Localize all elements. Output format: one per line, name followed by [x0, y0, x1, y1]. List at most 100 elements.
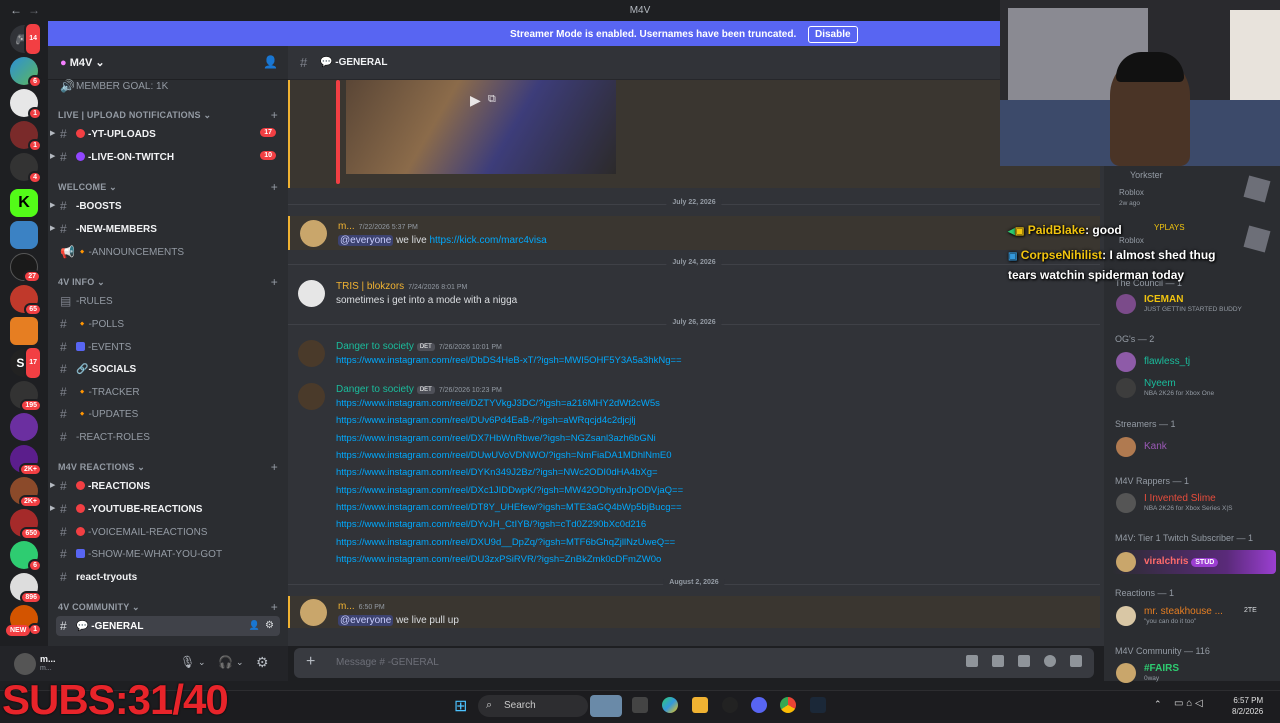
channel-react-tryouts[interactable]: # react-tryouts	[56, 567, 280, 587]
gif-icon[interactable]	[992, 655, 1004, 667]
channel-socials[interactable]: # 🔗-SOCIALS	[56, 359, 280, 379]
server-icon-15[interactable]: 650	[10, 509, 42, 540]
message-author[interactable]: m... 6:50 PM	[338, 601, 385, 612]
server-icon-2[interactable]: 1	[10, 89, 42, 120]
message-author[interactable]: Danger to society DET 7/26/2026 10:01 PM	[336, 341, 502, 352]
settings-gear-icon[interactable]: ⚙	[265, 620, 274, 631]
message-link[interactable]: https://www.instagram.com/reel/DZTYVkgJ3…	[336, 398, 660, 409]
channel-rules[interactable]: ▤ -RULES	[56, 291, 280, 311]
avatar[interactable]	[298, 280, 325, 307]
server-icon-14[interactable]: 2K+	[10, 477, 42, 508]
add-member-icon[interactable]: 👤	[263, 55, 278, 69]
category-welcome[interactable]: WELCOME ⌄ +	[58, 180, 280, 196]
server-dm-home[interactable]: 🎮14	[10, 22, 42, 56]
message-link[interactable]: https://www.instagram.com/reel/DUv6Pd4Ea…	[336, 415, 636, 426]
channel-react-roles[interactable]: # -REACT-ROLES	[56, 427, 280, 447]
channel-updates[interactable]: # 🔸-UPDATES	[56, 404, 280, 424]
server-m4v[interactable]: 27	[10, 253, 41, 283]
chevron-down-icon[interactable]: ⌄	[236, 657, 244, 668]
channel-youtube-reactions[interactable]: ▶ # -YOUTUBE-REACTIONS	[50, 499, 280, 519]
server-icon-1[interactable]: 6	[10, 57, 42, 88]
chevron-down-icon[interactable]: ⌄	[198, 657, 206, 668]
open-external-icon[interactable]: ⧉	[488, 93, 496, 106]
message-author[interactable]: Danger to society DET 7/26/2026 10:23 PM	[336, 384, 502, 395]
chevron-up-icon[interactable]: ⌃	[1154, 699, 1162, 710]
message-link[interactable]: https://www.instagram.com/reel/DXU9d__Dp…	[336, 537, 675, 548]
obs-icon[interactable]	[722, 697, 738, 713]
avatar[interactable]	[298, 383, 325, 410]
play-icon[interactable]: ▶	[470, 92, 481, 109]
channel-announcements[interactable]: 📢 🔸-ANNOUNCEMENTS	[56, 242, 280, 262]
invite-icon[interactable]: 👤	[249, 620, 260, 631]
category-live-upload[interactable]: LIVE | UPLOAD NOTIFICATIONS ⌄ +	[58, 108, 280, 124]
message-author[interactable]: TRIS | blokzors 7/24/2026 8:01 PM	[336, 281, 467, 292]
channel-polls[interactable]: # 🔸-POLLS	[56, 314, 280, 334]
member-row[interactable]: flawless_tj	[1112, 352, 1276, 374]
discord-icon[interactable]	[751, 697, 767, 713]
message-link[interactable]: https://www.instagram.com/reel/DYvJH_CtI…	[336, 519, 646, 530]
clock[interactable]: 6:57 PM 8/2/2026	[1232, 695, 1263, 717]
server-kick[interactable]: K	[10, 189, 38, 217]
windows-start-icon[interactable]: ⊞	[454, 696, 467, 716]
category-m4v-reactions[interactable]: M4V REACTIONS ⌄ +	[58, 460, 280, 476]
category-4v-info[interactable]: 4V INFO ⌄ +	[58, 275, 280, 291]
app-icon[interactable]	[810, 697, 826, 713]
apps-icon[interactable]	[1070, 655, 1082, 667]
member-row[interactable]: Nyeem NBA 2K26 for Xbox One	[1112, 378, 1276, 400]
category-4v-community[interactable]: 4V COMMUNITY ⌄ +	[58, 600, 280, 616]
message-link[interactable]: https://www.instagram.com/reel/DX7HbWnRb…	[336, 433, 656, 444]
sticker-icon[interactable]	[1018, 655, 1030, 667]
channel-boosts[interactable]: ▶ # -BOOSTS	[50, 196, 280, 216]
forward-arrow-icon[interactable]: →	[28, 3, 40, 17]
avatar[interactable]	[300, 220, 327, 247]
member-row[interactable]: Yorkster Roblox 2w ago	[1112, 170, 1276, 207]
message-link[interactable]: https://www.instagram.com/reel/DYKn349J2…	[336, 467, 658, 478]
message-author[interactable]: m... 7/22/2026 5:37 PM	[338, 221, 418, 232]
avatar[interactable]	[298, 340, 325, 367]
chrome-icon[interactable]	[780, 697, 796, 713]
tray-icons[interactable]: ▭ ⌂ ◁	[1174, 698, 1203, 709]
message-input-placeholder[interactable]: Message # -GENERAL	[336, 657, 439, 668]
message-composer[interactable]: + Message # -GENERAL	[294, 648, 1094, 678]
server-icon-6[interactable]	[10, 221, 38, 249]
channel-new-members[interactable]: ▶ # -NEW-MEMBERS	[50, 219, 280, 239]
taskbar-search[interactable]: ⌕ Search	[478, 695, 622, 717]
message-link[interactable]: https://www.instagram.com/reel/DbDS4HeB-…	[336, 355, 682, 366]
server-icon-4[interactable]: 4	[10, 153, 42, 184]
channel-live-on-twitch[interactable]: ▶ # -LIVE-ON-TWITCH 10	[50, 147, 280, 167]
video-thumbnail[interactable]: ▶ ⧉	[346, 80, 616, 174]
server-icon-12[interactable]	[10, 413, 38, 441]
member-row[interactable]: mr. steakhouse ... 2TE "you can do it to…	[1112, 606, 1276, 628]
server-icon-17[interactable]: 896	[10, 573, 42, 604]
server-icon-3[interactable]: 1	[10, 121, 42, 152]
server-icon-16[interactable]: 6	[10, 541, 42, 572]
message-link[interactable]: https://www.instagram.com/reel/DU3zxPSiR…	[336, 554, 661, 565]
member-row[interactable]: #FAIRS 0way	[1112, 663, 1276, 685]
server-icon-9[interactable]	[10, 317, 38, 345]
channel-member-goal[interactable]: 🔊 MEMBER GOAL: 1K	[56, 76, 280, 96]
file-explorer-icon[interactable]	[692, 697, 708, 713]
channel-show-me[interactable]: # -SHOW-ME-WHAT-YOU-GOT	[56, 544, 280, 564]
server-icon-8[interactable]: 65	[10, 285, 42, 316]
channel-voicemail-reactions[interactable]: # -VOICEMAIL-REACTIONS	[56, 522, 280, 542]
emoji-icon[interactable]	[1044, 655, 1056, 667]
gift-icon[interactable]	[966, 655, 978, 667]
copilot-icon[interactable]	[662, 697, 678, 713]
server-icon-11[interactable]: 195	[10, 381, 42, 412]
message-link[interactable]: https://kick.com/marc4visa	[429, 235, 546, 246]
member-row[interactable]: Kank	[1112, 437, 1276, 459]
member-row[interactable]: ICEMAN JUST GETTIN STARTED BUDDY	[1112, 294, 1276, 316]
channel-general[interactable]: # 💬 -GENERAL ⚙ 👤	[56, 616, 280, 636]
guild-header[interactable]: ● M4V ⌄ 👤	[48, 46, 288, 80]
server-st[interactable]: ST17	[10, 346, 42, 380]
back-arrow-icon[interactable]: ←	[10, 3, 22, 17]
user-settings-gear-icon[interactable]: ⚙	[256, 654, 269, 671]
message-link[interactable]: https://www.instagram.com/reel/DT8Y_UHEf…	[336, 502, 682, 513]
message-link[interactable]: https://www.instagram.com/reel/DXc1JIDDw…	[336, 485, 683, 496]
channel-tracker[interactable]: # 🔸-TRACKER	[56, 382, 280, 402]
member-row[interactable]: viralchris STUD	[1112, 550, 1276, 574]
add-attachment-icon[interactable]: +	[306, 653, 315, 671]
avatar[interactable]	[14, 653, 36, 675]
avatar[interactable]	[300, 599, 327, 626]
message-link[interactable]: https://www.instagram.com/reel/DUwUVoVDN…	[336, 450, 672, 461]
